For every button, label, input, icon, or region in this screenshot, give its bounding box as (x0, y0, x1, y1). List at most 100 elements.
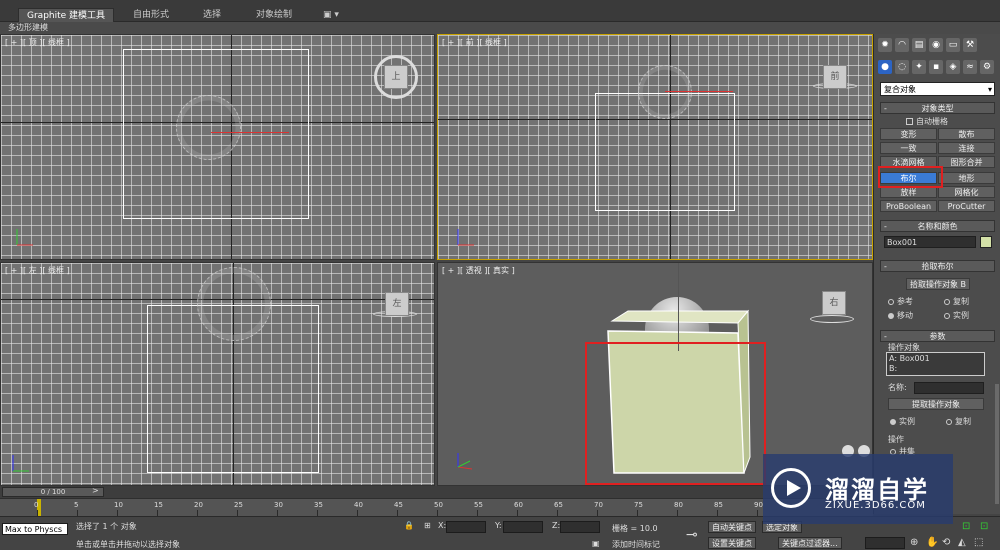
spacewarps-icon[interactable]: ≈ (963, 60, 977, 74)
track-bar[interactable]: 0 5 10 15 20 25 30 35 40 45 50 55 60 65 70 75 80 85 90 (0, 498, 873, 517)
radio-extract-instance[interactable]: 实例 (890, 416, 915, 427)
time-tag-icon[interactable]: ▣ (592, 539, 600, 548)
key-icon[interactable]: ⊸ (686, 527, 698, 543)
lights-icon[interactable]: ✦ (912, 60, 926, 74)
viewport-front-label[interactable]: [ + ][ 前 ][ 线框 ] (442, 37, 507, 48)
red-axis-line (211, 132, 289, 133)
time-slider[interactable]: 0 / 100 > (0, 486, 873, 498)
name-color-rollout[interactable]: - 名称和颜色 (880, 220, 995, 232)
terrain-button[interactable]: 地形 (938, 172, 995, 184)
z-coordinate-field[interactable] (560, 521, 600, 533)
grid-size: 栅格 = 10.0 (612, 524, 658, 533)
operand-b-item[interactable]: B: (889, 364, 897, 373)
category-dropdown[interactable]: 复合对象 ▾ (880, 82, 995, 96)
tick-label: 50 (434, 501, 443, 509)
transform-mode-icon[interactable]: ⊞ (424, 521, 431, 530)
viewcube-icon[interactable]: 左 (385, 292, 409, 316)
viewport-top[interactable]: [ + ][ 顶 ][ 线框 ] 上 (0, 34, 435, 260)
tab-object-paint[interactable]: 对象绘制 (248, 8, 300, 22)
systems-icon[interactable]: ⚙ (980, 60, 994, 74)
utilities-tab-icon[interactable]: ⚒ (963, 38, 977, 52)
scatter-button[interactable]: 散布 (938, 128, 995, 140)
tab-graphite-modeling[interactable]: Graphite 建模工具 (18, 8, 115, 22)
operand-name-field[interactable] (914, 382, 984, 394)
prompt-status: 单击或单击并拖动以选择对象 (76, 540, 180, 549)
command-tabs: ✹ ◠ ▤ ◉ ▭ ⚒ (878, 38, 977, 54)
auto-key-button[interactable]: 自动关键点 (708, 521, 756, 533)
operands-list[interactable]: A: Box001 B: (886, 352, 985, 376)
modify-tab-icon[interactable]: ◠ (895, 38, 909, 52)
zoom-extents-all-icon[interactable]: ⊡ (962, 521, 970, 532)
pick-operand-b-button[interactable]: 拾取操作对象 B (906, 278, 970, 290)
proboolean-button[interactable]: ProBoolean (880, 200, 937, 212)
object-type-rollout[interactable]: - 对象类型 (880, 102, 995, 114)
viewcube-icon[interactable]: 上 (384, 65, 408, 89)
cameras-icon[interactable]: ▪ (929, 60, 943, 74)
display-tab-icon[interactable]: ▭ (946, 38, 960, 52)
command-panel: ✹ ◠ ▤ ◉ ▭ ⚒ ● ◌ ✦ ▪ ◈ ≈ ⚙ 复合对象 ▾ - 对象类型 … (873, 34, 1000, 514)
key-filters-button[interactable]: 关键点过滤器... (778, 537, 842, 549)
tick-label: 70 (594, 501, 603, 509)
viewport-left[interactable]: [ + ][ 左 ][ 线框 ] 左 (0, 262, 435, 486)
radio-extract-copy[interactable]: 复制 (946, 416, 971, 427)
object-name-field[interactable]: Box001 (884, 236, 976, 248)
radio-icon (944, 298, 950, 305)
tab-selection[interactable]: 选择 (195, 8, 229, 22)
lock-icon[interactable]: 🔒 (404, 521, 414, 530)
parameters-rollout[interactable]: - 参数 (880, 330, 995, 342)
time-slider-knob[interactable]: 0 / 100 (2, 487, 104, 497)
panel-scrollbar[interactable] (995, 384, 999, 504)
field-of-view-icon[interactable]: ◭ (958, 537, 966, 548)
pan-icon[interactable]: ✋ (926, 537, 938, 548)
geometry-icon[interactable]: ● (878, 60, 892, 74)
radio-instance[interactable]: 实例 (944, 310, 969, 321)
collapse-icon: - (884, 332, 887, 341)
viewport-front[interactable]: [ + ][ 前 ][ 线框 ] 前 (437, 34, 873, 260)
radio-move[interactable]: 移动 (888, 310, 913, 321)
object-color-swatch[interactable] (980, 236, 992, 248)
motion-tab-icon[interactable]: ◉ (929, 38, 943, 52)
x-coordinate-field[interactable] (446, 521, 486, 533)
viewport-left-label[interactable]: [ + ][ 左 ][ 线框 ] (5, 265, 70, 276)
shapemerge-button[interactable]: 图形合并 (938, 156, 995, 168)
hierarchy-tab-icon[interactable]: ▤ (912, 38, 926, 52)
viewcube-icon[interactable]: 右 (822, 291, 846, 315)
tick-label: 60 (514, 501, 523, 509)
create-tab-icon[interactable]: ✹ (878, 38, 892, 52)
tick-label: 40 (354, 501, 363, 509)
polygon-modeling-label[interactable]: 多边形建模 (8, 22, 48, 33)
zoom-extents-selected-icon[interactable]: ⊡ (980, 521, 988, 532)
procutter-button[interactable]: ProCutter (938, 200, 995, 212)
orbit-icon[interactable]: ⟲ (942, 537, 950, 548)
conform-button[interactable]: 一致 (880, 142, 937, 154)
auto-grid-checkbox[interactable]: 自动栅格 (906, 116, 948, 127)
y-coordinate-field[interactable] (503, 521, 543, 533)
viewport-top-label[interactable]: [ + ][ 顶 ][ 线框 ] (5, 37, 70, 48)
radio-move-label: 移动 (897, 311, 913, 320)
slider-next-icon[interactable]: > (92, 486, 99, 495)
shapes-icon[interactable]: ◌ (895, 60, 909, 74)
maxscript-listener[interactable]: Max to Physcs (2, 523, 68, 535)
collapse-icon: - (884, 222, 887, 231)
radio-reference[interactable]: 参考 (888, 296, 913, 307)
frame-field[interactable] (865, 537, 905, 549)
ribbon-bar: Graphite 建模工具 自由形式 选择 对象绘制 ▣ ▾ (0, 0, 1000, 22)
add-time-tag[interactable]: 添加时间标记 (612, 539, 660, 550)
sphere-wireframe (176, 95, 241, 160)
extract-operand-button[interactable]: 提取操作对象 (888, 398, 984, 410)
operand-a-item[interactable]: A: Box001 (889, 354, 930, 363)
zoom-icon[interactable]: ⊕ (910, 537, 918, 548)
radio-copy[interactable]: 复制 (944, 296, 969, 307)
maximize-viewport-icon[interactable]: ⬚ (974, 537, 983, 548)
viewcube-icon[interactable]: 前 (823, 65, 847, 89)
helpers-icon[interactable]: ◈ (946, 60, 960, 74)
morph-button[interactable]: 变形 (880, 128, 937, 140)
ribbon-options-icon[interactable]: ▣ ▾ (315, 8, 347, 22)
pick-boolean-rollout[interactable]: - 拾取布尔 (880, 260, 995, 272)
viewport-perspective-label[interactable]: [ + ][ 透视 ][ 真实 ] (442, 265, 515, 276)
connect-button[interactable]: 连接 (938, 142, 995, 154)
sphere-wireframe (638, 65, 692, 119)
set-key-button[interactable]: 设置关键点 (708, 537, 756, 549)
tab-freeform[interactable]: 自由形式 (125, 8, 177, 22)
mesher-button[interactable]: 网格化 (938, 186, 995, 198)
